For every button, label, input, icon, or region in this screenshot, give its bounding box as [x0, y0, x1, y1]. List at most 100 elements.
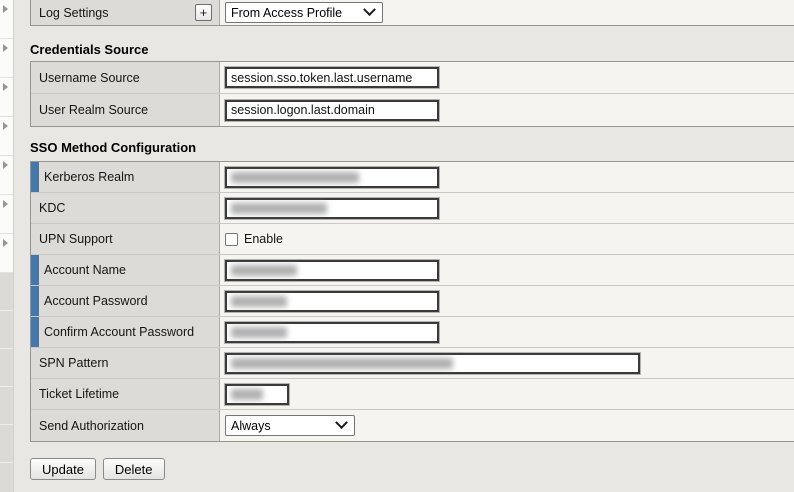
send-authorization-label-cell: Send Authorization: [31, 410, 220, 441]
required-indicator: [31, 255, 39, 285]
update-button[interactable]: Update: [30, 458, 96, 480]
username-source-row: Username Source session.sso.token.last.u…: [31, 62, 794, 94]
nav-expand-arrow-icon: [3, 44, 8, 52]
send-authorization-select-value: Always: [231, 419, 271, 433]
nav-expand-arrow-icon: [3, 83, 8, 91]
enable-checkbox-label: Enable: [244, 232, 283, 246]
action-buttons: Update Delete: [30, 458, 165, 480]
ticket-lifetime-value-cell: [220, 379, 794, 409]
confirm-account-password-value-cell: [220, 317, 794, 347]
kdc-label: KDC: [39, 201, 65, 215]
nav-item[interactable]: [0, 234, 13, 273]
redacted-value: [231, 296, 287, 307]
kerberos-realm-input[interactable]: [225, 167, 439, 188]
sso-method-configuration-table: Kerberos Realm KDC UPN Support Enable: [30, 161, 794, 442]
nav-item[interactable]: [0, 311, 13, 349]
username-source-value-cell: session.sso.token.last.username: [220, 62, 794, 93]
account-name-input[interactable]: [225, 260, 439, 281]
send-authorization-row: Send Authorization Always: [31, 410, 794, 441]
user-realm-source-label-cell: User Realm Source: [31, 94, 220, 126]
log-settings-label: Log Settings: [39, 6, 109, 20]
ticket-lifetime-input[interactable]: [225, 384, 289, 405]
nav-expand-arrow-icon: [3, 161, 8, 169]
nav-item[interactable]: [0, 273, 13, 311]
redacted-value: [231, 172, 359, 183]
kdc-row: KDC: [31, 193, 794, 224]
spn-pattern-label-cell: SPN Pattern: [31, 348, 220, 378]
settings-page: Log Settings + From Access Profile Crede…: [0, 0, 794, 492]
username-source-input[interactable]: session.sso.token.last.username: [225, 67, 439, 88]
log-settings-select[interactable]: From Access Profile: [225, 2, 383, 23]
log-settings-row: Log Settings + From Access Profile: [30, 0, 794, 26]
nav-item[interactable]: [0, 349, 13, 387]
upn-support-row: UPN Support Enable: [31, 224, 794, 255]
kdc-value-cell: [220, 193, 794, 223]
confirm-account-password-input[interactable]: [225, 322, 439, 343]
upn-support-label-cell: UPN Support: [31, 224, 220, 254]
nav-item[interactable]: [0, 425, 13, 463]
chevron-down-icon: [363, 3, 376, 16]
redacted-value: [231, 327, 287, 338]
redacted-value: [231, 203, 327, 214]
credentials-source-table: Username Source session.sso.token.last.u…: [30, 61, 794, 127]
send-authorization-value-cell: Always: [220, 410, 794, 441]
send-authorization-select[interactable]: Always: [225, 415, 355, 436]
nav-expand-arrow-icon: [3, 122, 8, 130]
confirm-account-password-row: Confirm Account Password: [31, 317, 794, 348]
kerberos-realm-label: Kerberos Realm: [44, 170, 134, 184]
user-realm-source-row: User Realm Source session.logon.last.dom…: [31, 94, 794, 126]
user-realm-source-input[interactable]: session.logon.last.domain: [225, 100, 439, 121]
user-realm-source-label: User Realm Source: [39, 103, 148, 117]
account-name-value-cell: [220, 255, 794, 285]
account-name-label-cell: Account Name: [31, 255, 220, 285]
username-source-label-cell: Username Source: [31, 62, 220, 93]
confirm-account-password-label: Confirm Account Password: [44, 325, 194, 339]
kdc-input[interactable]: [225, 198, 439, 219]
nav-item[interactable]: [0, 117, 13, 156]
nav-item[interactable]: [0, 195, 13, 234]
username-source-label: Username Source: [39, 71, 140, 85]
nav-expand-arrow-icon: [3, 200, 8, 208]
upn-support-value-cell: Enable: [220, 224, 794, 254]
nav-item[interactable]: [0, 39, 13, 78]
collapsed-nav-strip: [0, 0, 14, 492]
nav-item[interactable]: [0, 156, 13, 195]
kerberos-realm-row: Kerberos Realm: [31, 162, 794, 193]
account-name-label: Account Name: [44, 263, 126, 277]
delete-button[interactable]: Delete: [103, 458, 165, 480]
redacted-value: [231, 265, 297, 276]
sso-method-configuration-title: SSO Method Configuration: [30, 140, 196, 155]
nav-item[interactable]: [0, 463, 13, 492]
kdc-label-cell: KDC: [31, 193, 220, 223]
add-log-setting-button[interactable]: +: [195, 4, 212, 21]
ticket-lifetime-label: Ticket Lifetime: [39, 387, 119, 401]
nav-item[interactable]: [0, 387, 13, 425]
ticket-lifetime-row: Ticket Lifetime: [31, 379, 794, 410]
log-settings-label-cell: Log Settings +: [31, 0, 220, 25]
enable-checkbox[interactable]: [225, 233, 238, 246]
required-indicator: [31, 162, 39, 192]
credentials-source-title: Credentials Source: [30, 42, 149, 57]
chevron-down-icon: [335, 416, 348, 429]
kerberos-realm-value-cell: [220, 162, 794, 192]
account-name-row: Account Name: [31, 255, 794, 286]
account-password-label-cell: Account Password: [31, 286, 220, 316]
upn-support-label: UPN Support: [39, 232, 113, 246]
nav-expand-arrow-icon: [3, 5, 8, 13]
ticket-lifetime-label-cell: Ticket Lifetime: [31, 379, 220, 409]
spn-pattern-value-cell: [220, 348, 794, 378]
spn-pattern-label: SPN Pattern: [39, 356, 108, 370]
redacted-value: [231, 358, 453, 369]
redacted-value: [231, 389, 263, 400]
log-settings-select-value: From Access Profile: [231, 6, 342, 20]
nav-item[interactable]: [0, 78, 13, 117]
nav-expand-arrow-icon: [3, 239, 8, 247]
nav-item[interactable]: [0, 0, 13, 39]
account-password-input[interactable]: [225, 291, 439, 312]
confirm-account-password-label-cell: Confirm Account Password: [31, 317, 220, 347]
user-realm-source-value-cell: session.logon.last.domain: [220, 94, 794, 126]
required-indicator: [31, 286, 39, 316]
required-indicator: [31, 317, 39, 347]
spn-pattern-input[interactable]: [225, 353, 640, 374]
account-password-value-cell: [220, 286, 794, 316]
